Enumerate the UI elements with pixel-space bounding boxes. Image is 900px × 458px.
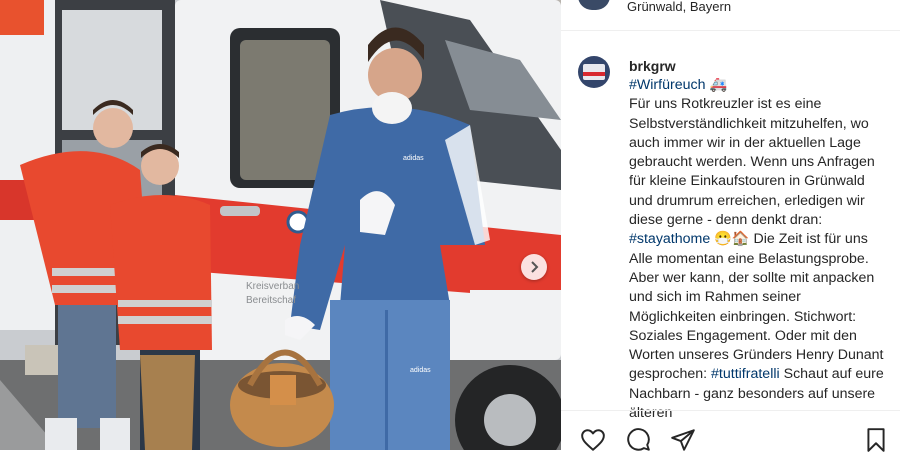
post-photo[interactable]: Kreisverban Bereitschaf adidas adidas	[0, 0, 561, 450]
location-link[interactable]: Grünwald, Bayern	[627, 0, 731, 14]
post-header: Grünwald, Bayern	[561, 0, 900, 31]
header-avatar[interactable]	[578, 0, 610, 10]
comment-button[interactable]	[625, 427, 651, 453]
mask-emoji: 😷	[714, 231, 732, 248]
bookmark-icon	[867, 428, 885, 452]
like-button[interactable]	[580, 427, 606, 453]
ambulance-emoji: 🚑	[709, 77, 728, 93]
van-text-1: Kreisverban	[246, 281, 299, 292]
caption-text-1: Für uns Rotkreuzler ist es eine Selbstve…	[629, 96, 875, 229]
post-caption: #Wirfüreuch 🚑 Für uns Rotkreuzler ist es…	[629, 76, 891, 423]
house-emoji: 🏠	[731, 231, 750, 248]
photo-scene: Kreisverban Bereitschaf adidas adidas	[0, 0, 561, 450]
hashtag-tuttifratelli[interactable]: #tuttifratelli	[711, 366, 780, 382]
hashtag-wirfuereuch[interactable]: #Wirfüreuch	[629, 77, 705, 93]
hashtag-stayathome[interactable]: #stayathome	[629, 231, 710, 247]
share-button[interactable]	[670, 427, 696, 453]
send-icon	[671, 429, 695, 451]
heart-icon	[581, 429, 605, 451]
action-bar	[561, 410, 900, 453]
username-link[interactable]: brkgrw	[629, 58, 676, 74]
carousel-next-button[interactable]	[521, 254, 547, 280]
save-button[interactable]	[863, 427, 889, 453]
post-sidebar: Grünwald, Bayern brkgrw #Wirfüreuch 🚑 Fü…	[561, 0, 900, 453]
jacket-brand-text: adidas	[403, 155, 424, 162]
pants-brand-text: adidas	[410, 367, 431, 374]
caption-text-2: Die Zeit ist für uns Alle momentan eine …	[629, 231, 884, 383]
van-text-2: Bereitschaf	[246, 295, 296, 306]
chevron-right-icon	[531, 261, 539, 273]
avatar[interactable]	[578, 56, 610, 88]
comment-icon	[627, 428, 650, 451]
